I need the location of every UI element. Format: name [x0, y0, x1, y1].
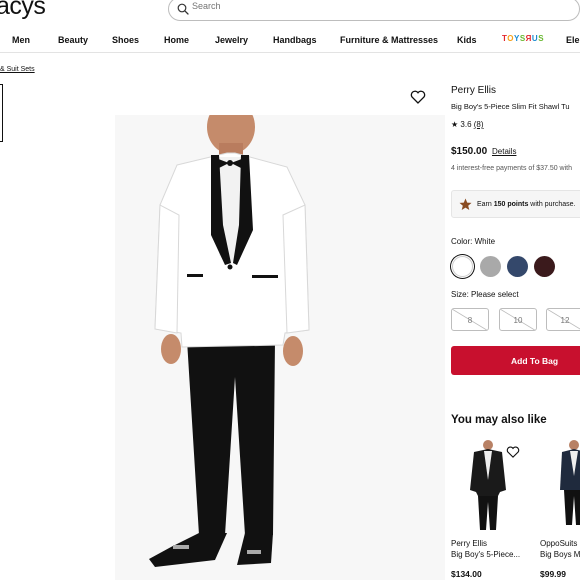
nav-men[interactable]: Men — [12, 35, 30, 45]
rating-value: 3.6 — [460, 120, 472, 129]
search-icon — [177, 3, 189, 15]
recommendation-brand[interactable]: Perry Ellis — [451, 539, 487, 548]
recommendation-image[interactable] — [556, 440, 580, 535]
installments-text: 4 interest-free payments of $37.50 with — [451, 165, 573, 172]
rewards-star-icon — [459, 198, 472, 210]
main-nav: Men Beauty Shoes Home Jewelry Handbags F… — [0, 28, 580, 53]
product-title: Big Boy's 5-Piece Slim Fit Shawl Tu — [451, 102, 570, 111]
toysrus-logo[interactable]: TOYSЯUS — [502, 34, 544, 43]
nav-jewelry[interactable]: Jewelry — [215, 35, 248, 45]
nav-electronics[interactable]: Ele — [566, 35, 580, 45]
add-to-bag-button[interactable]: Add To Bag — [451, 346, 580, 375]
search-input[interactable] — [192, 1, 552, 11]
product-brand[interactable]: Perry Ellis — [451, 85, 496, 96]
nav-beauty[interactable]: Beauty — [58, 35, 88, 45]
product-price: $150.00 — [451, 146, 488, 157]
size-label: Size: Please select — [451, 290, 519, 299]
search-bar[interactable] — [168, 0, 580, 21]
black-suit-illustration — [470, 440, 506, 530]
product-image[interactable] — [115, 100, 445, 580]
recommendation-brand[interactable]: OppoSuits — [540, 539, 577, 548]
color-swatch-navy[interactable] — [507, 256, 528, 277]
rewards-text: Earn 150 points with purchase. — [477, 201, 576, 208]
heart-icon[interactable] — [506, 446, 520, 458]
rewards-banner: Earn 150 points with purchase. — [451, 190, 580, 218]
color-swatch-burgundy[interactable] — [534, 256, 555, 277]
navy-suit-illustration — [560, 440, 580, 525]
nav-handbags[interactable]: Handbags — [273, 35, 317, 45]
recommendation-price: $134.00 — [451, 569, 482, 579]
recommendation-name[interactable]: Big Boy's 5-Piece... — [451, 550, 520, 559]
product-rating[interactable]: ★ 3.6 (8) — [451, 120, 484, 129]
color-swatch-grey[interactable] — [480, 256, 501, 277]
size-option-8[interactable]: 8 — [451, 308, 489, 331]
size-option-12[interactable]: 12 — [546, 308, 580, 331]
price-details-link[interactable]: Details — [492, 147, 516, 156]
nav-furniture-mattresses[interactable]: Furniture & Mattresses — [340, 35, 438, 45]
color-label: Color: White — [451, 237, 496, 246]
recommendations-title: You may also like — [451, 414, 547, 426]
breadcrumb-link[interactable]: & Suit Sets — [0, 66, 35, 73]
star-icon: ★ — [451, 120, 459, 129]
size-option-10[interactable]: 10 — [499, 308, 537, 331]
nav-shoes[interactable]: Shoes — [112, 35, 139, 45]
nav-home[interactable]: Home — [164, 35, 189, 45]
nav-kids[interactable]: Kids — [457, 35, 477, 45]
recommendation-image[interactable] — [460, 440, 534, 535]
boy-in-tuxedo-illustration — [115, 100, 445, 580]
color-swatch-white[interactable] — [452, 256, 473, 277]
recommendation-price: $99.99 — [540, 569, 566, 579]
heart-icon[interactable] — [410, 90, 426, 104]
product-thumbnail[interactable] — [0, 84, 3, 142]
macys-logo[interactable]: acys — [0, 0, 46, 21]
review-count[interactable]: (8) — [474, 120, 484, 129]
recommendation-name[interactable]: Big Boys M — [540, 550, 580, 559]
